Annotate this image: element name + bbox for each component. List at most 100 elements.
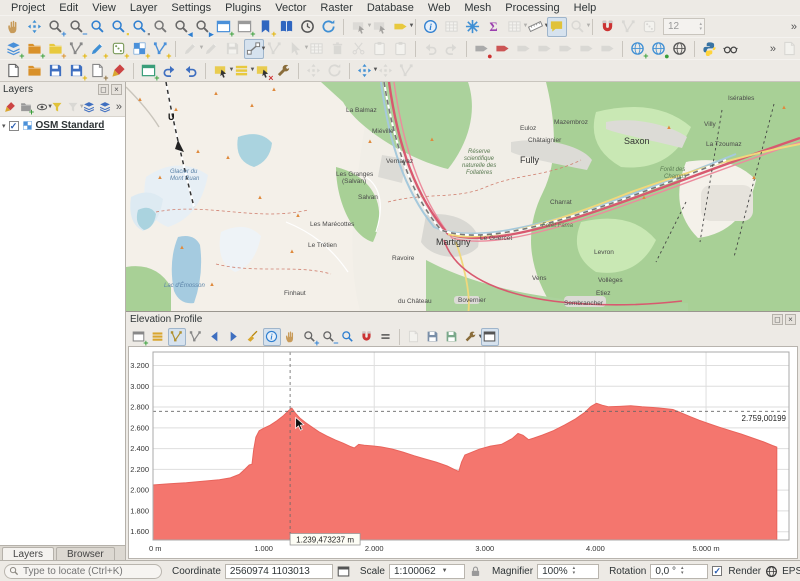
collapse-all-button[interactable] [98,98,113,115]
cut-features-button[interactable] [349,39,369,59]
nav-extra-1-button[interactable] [376,61,396,81]
new-geopackage-layer-button[interactable]: + [88,39,108,59]
zoom-next-button[interactable]: ▸ [193,17,213,37]
paste-features-button[interactable] [391,39,411,59]
add-vector-layer-button[interactable]: + [25,39,45,59]
rotate-label-button[interactable] [556,39,576,59]
osm-place-search-button[interactable] [721,39,741,59]
render-checkbox[interactable]: ✓ [712,566,722,576]
add-feature-button[interactable] [265,39,285,59]
save-project-as-button[interactable]: + [67,61,87,81]
layers-panel-close-button[interactable]: × [111,84,122,95]
save-layer-edits-button[interactable] [223,39,243,59]
add-layers-to-profile-button[interactable]: + [130,328,148,346]
highlight-pinned-labels-button[interactable] [493,39,513,59]
field-calculator-button[interactable] [274,61,294,81]
help-contents-button[interactable] [780,39,800,59]
zoom-in-button[interactable]: + [46,17,66,37]
change-label-properties-button[interactable] [577,39,597,59]
decimal-places-spin-arrows-icon[interactable]: ▴▾ [699,22,704,32]
menu-database[interactable]: Database [360,1,421,15]
processing-toolbox-button[interactable] [463,17,483,37]
menu-project[interactable]: Project [4,1,52,15]
zoom-to-feature-button[interactable]: ▼ [568,17,588,37]
move-feature-button[interactable] [304,61,324,81]
elevation-panel-close-button[interactable]: × [785,314,796,325]
menu-view[interactable]: View [85,1,123,15]
zoom-to-point-button[interactable]: ▼ [355,61,375,81]
deselect-all-button[interactable]: × [253,61,273,81]
new-spatial-bookmark-button[interactable]: + [256,17,276,37]
pan-to-selection-button[interactable] [25,17,45,37]
open-attribute-table-button[interactable] [442,17,462,37]
menu-vector[interactable]: Vector [268,1,313,15]
menu-processing[interactable]: Processing [498,1,566,15]
layer-expander-icon[interactable]: ▾ [2,122,6,130]
layout-manager-button[interactable]: + [88,61,108,81]
select-by-value-button[interactable]: ▼ [232,61,252,81]
new-map-view-button[interactable]: + [214,17,234,37]
layers-panel-float-button[interactable]: ◻ [98,84,109,95]
deselect-features-button[interactable] [370,17,390,37]
menu-web[interactable]: Web [421,1,457,15]
zoom-full-profile-button[interactable] [339,328,357,346]
profile-settings-button[interactable]: ▼ [462,328,480,346]
crs-globe-icon[interactable] [765,565,778,578]
rotate-feature-button[interactable] [325,61,345,81]
data-source-manager-button[interactable]: + [4,39,24,59]
layer-styling-button[interactable] [3,98,18,115]
scale-dropdown-icon[interactable]: ▼ [442,568,448,574]
zoom-to-layer-button[interactable]: ▪ [130,17,150,37]
modify-attributes-button[interactable] [307,39,327,59]
elevation-chart[interactable]: 1.6001.8002.0002.2002.4002.6002.8003.000… [129,347,795,558]
filter-by-expression-button[interactable]: ▼ [66,98,81,115]
export-as-pdf-button[interactable] [405,328,423,346]
pan-map-button[interactable] [4,17,24,37]
menu-layer[interactable]: Layer [123,1,165,15]
add-raster-layer-button[interactable]: + [46,39,66,59]
crs-status[interactable]: EPSG:2056 [782,566,800,577]
clear-profile-button[interactable] [244,328,262,346]
add-group-button[interactable]: + [18,98,33,115]
toolbar-overflow-1-button[interactable]: » [788,21,800,33]
open-project-button[interactable] [25,61,45,81]
new-3d-map-view-button[interactable]: + [235,17,255,37]
toggle-editing-button[interactable] [202,39,222,59]
map-tips-layer-button[interactable]: ▼ [391,17,411,37]
elevation-chart-container[interactable]: 1.6001.8002.0002.2002.4002.6002.8003.000… [128,346,798,559]
zoom-native-button[interactable] [151,17,171,37]
vertex-tool-button[interactable] [619,17,639,37]
select-features-button[interactable]: ▼ [349,17,369,37]
magnifier-spinbox[interactable]: 100%▴▾ [537,564,599,579]
metasearch-catalog-button[interactable]: + [628,39,648,59]
zoom-in-profile-button[interactable]: + [301,328,319,346]
show-reports-button[interactable] [181,61,201,81]
show-hidden-labels-button[interactable] [514,39,534,59]
dock-elevation-panel-button[interactable] [481,328,499,346]
menu-help[interactable]: Help [567,1,604,15]
move-label-button[interactable] [535,39,555,59]
new-print-layout-button[interactable]: + [139,61,159,81]
profile-layer-options-button[interactable] [149,328,167,346]
undo-button[interactable] [421,39,441,59]
save-project-button[interactable] [46,61,66,81]
identify-features-button[interactable] [421,17,441,37]
layer-visibility-checkbox[interactable]: ✓ [9,121,19,131]
copy-features-button[interactable] [370,39,390,59]
menu-edit[interactable]: Edit [52,1,85,15]
nudge-right-button[interactable] [225,328,243,346]
menu-mesh[interactable]: Mesh [457,1,498,15]
vertex-tool-current-layer-button[interactable]: ▼ [286,39,306,59]
label-diagram-options-button[interactable] [598,39,618,59]
new-spatialite-layer-button[interactable]: + [109,39,129,59]
identify-profile-point-button[interactable] [263,328,281,346]
coordinate-field[interactable]: 2560974 1103013 [225,564,333,579]
locate-input[interactable] [4,564,162,579]
web-service-button[interactable]: ● [649,39,669,59]
attribute-table-views-button[interactable]: ▼ [505,17,525,37]
toolbar-overflow-2-button[interactable]: » [767,43,779,55]
zoom-full-button[interactable] [88,17,108,37]
layers-toolbar-overflow-button[interactable]: » [113,101,125,113]
street-view-plugin-button[interactable] [670,39,690,59]
snapping-options-button[interactable] [598,17,618,37]
